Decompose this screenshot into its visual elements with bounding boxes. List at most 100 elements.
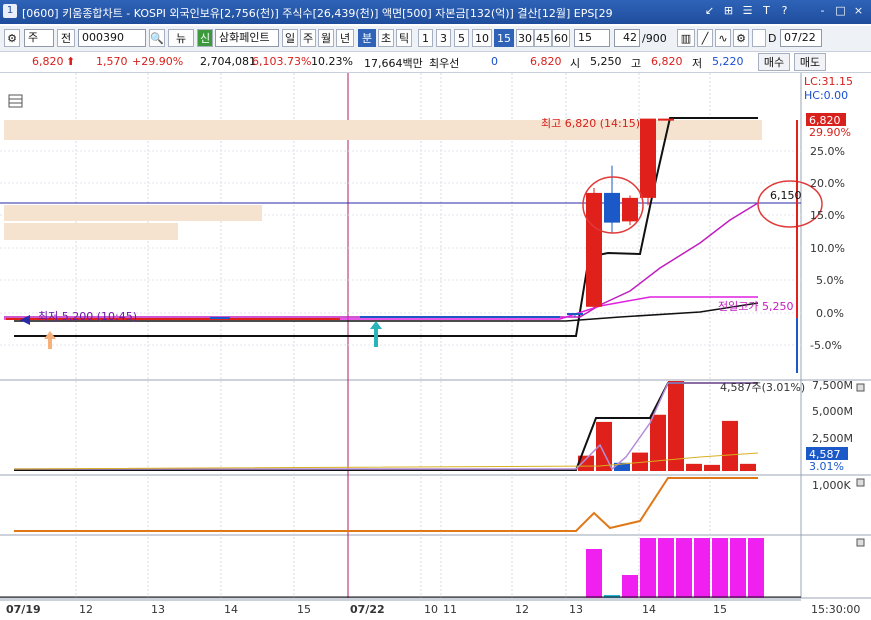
interval-1[interactable]: 1 — [418, 29, 433, 47]
volume-tick: 7,500M — [812, 379, 853, 392]
highlight-band — [4, 205, 262, 221]
price-tick: 25.0% — [810, 145, 845, 158]
priority-label: 최우선 — [429, 57, 460, 70]
panel-close-icon[interactable] — [856, 383, 865, 392]
price-tick: -5.0% — [810, 339, 842, 352]
change-percent: +29.90% — [132, 55, 184, 68]
prefix-button[interactable]: 전 — [57, 29, 75, 47]
volume-tick: 2,500M — [812, 432, 853, 445]
option-checkbox[interactable] — [752, 29, 766, 47]
interval-45[interactable]: 45 — [534, 29, 552, 47]
chart-area[interactable]: 최고 6,820 (14:15) 최저 5,200 (10:45) 전일고가 5… — [0, 73, 871, 620]
panel-close-icon[interactable] — [856, 478, 865, 487]
market-select[interactable]: 주 — [24, 29, 54, 47]
volume-bar — [722, 420, 738, 471]
last-pct-label: 29.90% — [809, 126, 851, 139]
page-total: /900 — [642, 32, 667, 45]
period-tick[interactable]: 틱 — [396, 29, 412, 47]
volume-value: 2,704,081 — [200, 55, 256, 68]
change-value: 1,570 — [96, 55, 128, 68]
x-tick: 10 — [424, 603, 438, 616]
period-minute[interactable]: 분 — [358, 29, 376, 47]
settings-icon[interactable]: ⚙ — [4, 29, 20, 47]
grid-icon[interactable]: ⊞ — [722, 4, 735, 17]
period-month[interactable]: 월 — [318, 29, 334, 47]
search-icon[interactable]: 🔍 — [149, 29, 165, 47]
price-tick: 20.0% — [810, 177, 845, 190]
x-tick: 11 — [443, 603, 457, 616]
chart-toolbar: ⚙ 주 전 000390 🔍 뉴 신 삼화페인트 일 주 월 년 분 초 틱 1… — [0, 26, 871, 52]
panel-close-icon[interactable] — [856, 538, 865, 547]
candle-type-icon[interactable]: ▥ — [677, 29, 695, 47]
interval-30[interactable]: 30 — [516, 29, 534, 47]
low-price: 5,220 — [712, 55, 744, 68]
volume-annotation: 4,587주(3.01%) — [720, 381, 805, 394]
period-second[interactable]: 초 — [378, 29, 394, 47]
close-button[interactable]: × — [852, 4, 865, 17]
high-label: 고 — [631, 57, 642, 70]
volume-bar — [668, 381, 684, 471]
interval-60[interactable]: 60 — [552, 29, 570, 47]
x-tick: 07/19 — [6, 603, 41, 616]
high-price: 6,820 — [651, 55, 683, 68]
price-tick: 0.0% — [816, 307, 844, 320]
x-tick: 12 — [515, 603, 529, 616]
price-tick: 15.0% — [810, 209, 845, 222]
news-button[interactable]: 뉴 — [168, 29, 194, 47]
minimize-button[interactable]: - — [816, 4, 829, 17]
window-number: 1 — [3, 4, 17, 18]
period-day[interactable]: 일 — [282, 29, 298, 47]
gear-icon[interactable]: ⚙ — [733, 29, 749, 47]
hc-label: HC:0.00 — [804, 89, 848, 102]
maximize-button[interactable]: □ — [834, 4, 847, 17]
x-tick: 07/22 — [350, 603, 385, 616]
candle-body — [604, 192, 620, 223]
amount-value: 17,664백만 — [364, 57, 423, 70]
stock-name: 삼화페인트 — [215, 29, 279, 47]
credit-badge: 신 — [197, 29, 213, 47]
interval-5[interactable]: 5 — [454, 29, 469, 47]
low-label: 저 — [692, 57, 703, 70]
volume-bar — [740, 463, 756, 471]
candle-body — [567, 313, 583, 315]
price-tick: 10.0% — [810, 242, 845, 255]
ma-value-label: 6,150 — [770, 189, 802, 202]
stock-code-input[interactable]: 000390 — [78, 29, 146, 47]
prev-high-annotation: 전일고가 5,250 — [718, 299, 793, 313]
priority-value: 0 — [491, 55, 498, 68]
menu-icon[interactable]: ☰ — [741, 4, 754, 17]
volume-ratio: 6,103.73% — [252, 55, 312, 68]
volume-bar — [704, 464, 720, 471]
sell-button[interactable]: 매도 — [794, 53, 826, 71]
period-year[interactable]: 년 — [336, 29, 354, 47]
date-input[interactable]: 07/22 — [780, 29, 822, 47]
interval-10[interactable]: 10 — [472, 29, 492, 47]
d-label: D — [768, 32, 777, 45]
volume-tick: 5,000M — [812, 405, 853, 418]
x-tick: 12 — [79, 603, 93, 616]
quote-bar: 6,820 ⬆ 1,570 +29.90% 2,704,081 6,103.73… — [0, 52, 871, 73]
period-week[interactable]: 주 — [300, 29, 316, 47]
volume-last-pct: 3.01% — [809, 460, 844, 473]
indicator-icon[interactable]: ∿ — [715, 29, 731, 47]
interval-3[interactable]: 3 — [436, 29, 451, 47]
buy-button[interactable]: 매수 — [758, 53, 790, 71]
amount-tick: 1,000K — [812, 479, 851, 492]
high-annotation: 최고 6,820 (14:15) — [541, 117, 640, 130]
text-icon[interactable]: T — [760, 4, 773, 17]
link-icon[interactable]: ↙ — [703, 4, 716, 17]
interval-input[interactable]: 15 — [574, 29, 610, 47]
turnover-value: 10.23% — [311, 55, 353, 68]
volume-bar — [686, 463, 702, 471]
x-tick: 14 — [642, 603, 656, 616]
low-annotation: 최저 5,200 (10:45) — [38, 310, 137, 323]
highlight-band — [4, 223, 178, 240]
page-input[interactable]: 42 — [614, 29, 640, 47]
up-arrow-icon: ⬆ — [66, 55, 76, 68]
interval-15[interactable]: 15 — [494, 29, 514, 47]
help-icon[interactable]: ? — [778, 4, 791, 17]
open-label: 시 — [570, 57, 581, 70]
volume-bar — [650, 414, 666, 471]
draw-icon[interactable]: ╱ — [697, 29, 713, 47]
window-title: [0600] 키움종합차트 - KOSPI 외국인보유[2,756(천)] 주식… — [22, 7, 613, 20]
